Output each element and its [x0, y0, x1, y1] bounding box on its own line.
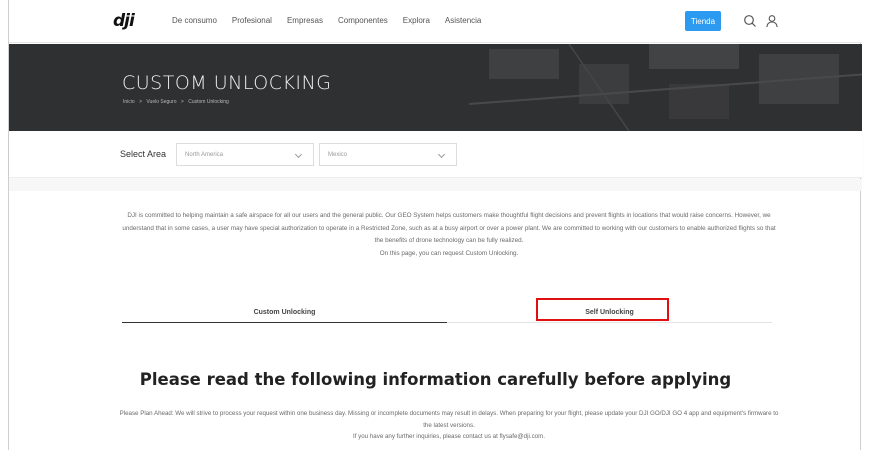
notice-text: Please Plan Ahead: We will strive to pro…	[119, 408, 779, 443]
tab-active-underline	[122, 322, 447, 323]
search-icon[interactable]	[739, 10, 761, 32]
notice-contact: If you have any further inquiries, pleas…	[352, 433, 545, 440]
nav-item-profesional[interactable]: Profesional	[232, 16, 272, 25]
dji-logo[interactable]: dji	[113, 11, 135, 31]
nav-item-componentes[interactable]: Componentes	[338, 16, 388, 25]
tab-underline	[447, 322, 772, 323]
breadcrumb-current: Custom Unlocking	[188, 99, 229, 105]
intro-request-line: On this page, you can request Custom Unl…	[379, 249, 519, 257]
select-area-label: Select Area	[120, 149, 167, 159]
chevron-down-icon	[437, 150, 446, 159]
intro-paragraph: DJI is committed to helping maintain a s…	[122, 212, 776, 244]
nav-item-explora[interactable]: Explora	[403, 16, 430, 25]
nav-item-asistencia[interactable]: Asistencia	[445, 16, 481, 25]
section-divider	[9, 179, 862, 191]
map-pattern-decoration	[469, 44, 862, 131]
breadcrumb-safe-flight[interactable]: Vuelo Seguro	[146, 99, 176, 105]
chevron-down-icon	[294, 150, 303, 159]
page-title: CUSTOM UNLOCKING	[122, 72, 332, 94]
notice-plan-ahead: Please Plan Ahead: We will strive to pro…	[119, 410, 779, 429]
region-select[interactable]: North America	[176, 143, 314, 166]
breadcrumb: Inicio > Vuelo Seguro > Custom Unlocking	[123, 99, 232, 105]
breadcrumb-separator: >	[180, 99, 184, 105]
breadcrumb-separator: >	[139, 99, 142, 105]
page: dji De consumo Profesional Empresas Comp…	[8, 0, 862, 450]
country-select[interactable]: Mexico	[319, 143, 457, 166]
top-nav: dji De consumo Profesional Empresas Comp…	[9, 0, 862, 43]
tab-custom-unlocking[interactable]: Custom Unlocking	[122, 303, 447, 321]
main-heading: Please read the following information ca…	[139, 370, 732, 389]
store-button[interactable]: Tienda	[685, 11, 721, 31]
highlight-box	[536, 298, 669, 321]
user-icon[interactable]	[761, 10, 783, 32]
intro-text: DJI is committed to helping maintain a s…	[119, 210, 779, 260]
nav-item-consumo[interactable]: De consumo	[172, 16, 217, 25]
nav-links: De consumo Profesional Empresas Componen…	[172, 16, 496, 25]
select-area-bar: Select Area North America Mexico	[9, 131, 862, 178]
hero-banner: CUSTOM UNLOCKING Inicio > Vuelo Seguro >…	[9, 44, 862, 131]
breadcrumb-home[interactable]: Inicio	[123, 99, 135, 105]
country-select-value: Mexico	[328, 151, 348, 158]
region-select-value: North America	[185, 151, 224, 158]
nav-item-empresas[interactable]: Empresas	[287, 16, 323, 25]
